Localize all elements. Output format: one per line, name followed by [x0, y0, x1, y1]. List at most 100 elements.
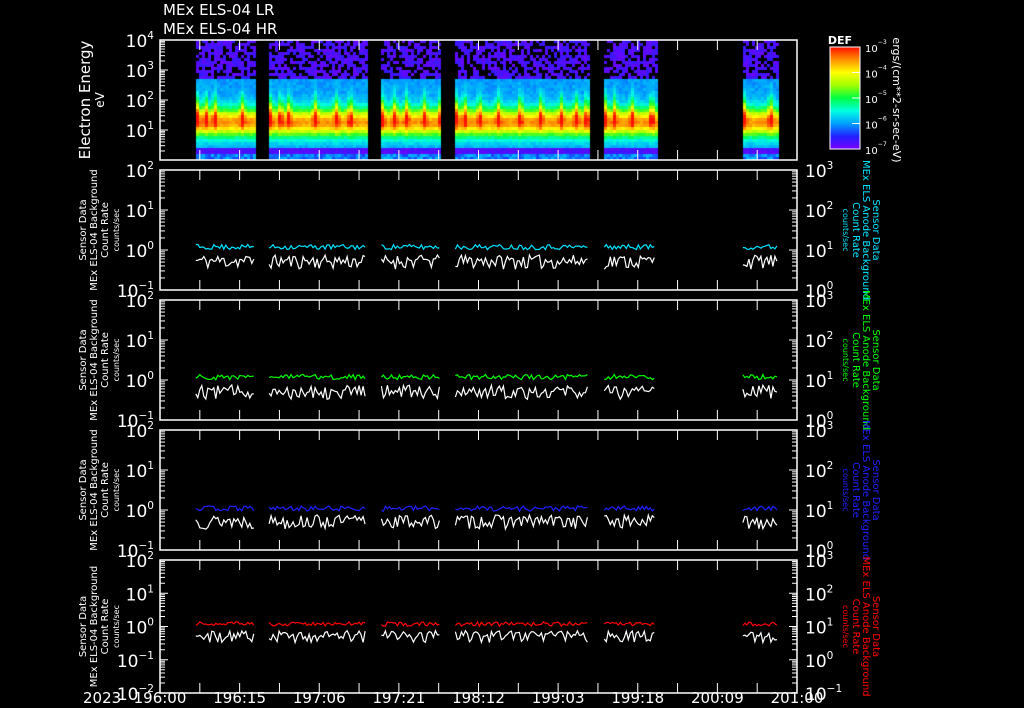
colorbar-units: ergs/(cm**2-sr-sec-eV) — [890, 37, 903, 162]
series-line-background — [268, 629, 366, 645]
series-line-anode — [268, 243, 366, 251]
left-tick-label: 102 — [126, 290, 154, 312]
right-axis-label: Sensor DataMEx ELS Anode BackgroundCount… — [841, 556, 881, 696]
energy-tick-label: 104 — [126, 30, 155, 52]
left-tick-label: 101 — [126, 330, 154, 352]
right-label-line: Count Rate — [850, 599, 861, 655]
x-tick-label: 197:06 — [293, 689, 346, 707]
x-tick-label: 200:09 — [691, 689, 744, 707]
panel-frame-2 — [159, 299, 798, 421]
series-line-anode — [603, 243, 655, 251]
series-line-background — [454, 629, 588, 645]
plot-title-1: MEx ELS-04 HR — [163, 20, 277, 38]
series-line-background — [604, 512, 655, 529]
left-label-line: MEx ELS-04 Background — [89, 299, 100, 420]
series-line-anode — [455, 504, 588, 513]
colorbar-tick-label: 10−4 — [865, 65, 887, 81]
series-line-background — [380, 383, 440, 401]
series-line-anode — [454, 243, 588, 251]
left-axis-label: Sensor Data MEx ELS-04 Background Count Ra… — [78, 299, 121, 420]
right-tick-label: 103 — [805, 290, 833, 312]
series-line-anode — [195, 243, 254, 251]
series-line-anode — [603, 621, 655, 627]
year-label: 2023 — [83, 689, 121, 707]
left-axis-label: Sensor Data MEx ELS-04 Background Count Ra… — [78, 169, 121, 290]
right-label-line: counts/sec — [841, 605, 850, 648]
right-label-line: Count Rate — [850, 332, 861, 388]
left-axis-label: Sensor Data MEx ELS-04 Background Count Ra… — [78, 566, 121, 687]
energy-units: eV — [93, 91, 107, 107]
left-tick-label: 10−1 — [117, 650, 154, 672]
left-label-line: Count Rate — [100, 332, 111, 388]
right-tick-label: 101 — [805, 370, 833, 392]
right-tick-label: 102 — [805, 330, 833, 352]
series-line-background — [380, 253, 440, 270]
series-line-anode — [604, 373, 655, 381]
left-tick-label: 100 — [126, 617, 154, 639]
series-line-anode — [195, 505, 255, 512]
energy-tick-label: 101 — [126, 120, 154, 142]
energy-tick-label: 103 — [126, 60, 154, 82]
series-line-background — [742, 254, 778, 270]
series-line-anode — [195, 373, 254, 381]
series-line-background — [454, 383, 588, 401]
x-tick-label: 199:03 — [532, 689, 585, 707]
x-tick-label: 196:15 — [213, 689, 266, 707]
right-tick-label: 101 — [805, 240, 833, 262]
series-line-anode — [381, 504, 440, 512]
left-tick-label: 101 — [126, 583, 154, 605]
series-line-background — [742, 383, 778, 399]
left-label-line: Sensor Data — [78, 329, 89, 390]
left-label-line: counts/sec — [112, 605, 121, 648]
x-tick-label: 198:12 — [452, 689, 505, 707]
series-line-anode — [268, 620, 366, 627]
energy-axis-label: Electron Energy eV — [76, 40, 107, 159]
panel-frame-0 — [159, 39, 798, 161]
left-tick-label: 100 — [126, 500, 154, 522]
left-tick-label: 101 — [126, 200, 154, 222]
series-line-background — [195, 255, 255, 270]
panel-frame-4 — [159, 559, 798, 694]
series-line-background — [195, 629, 255, 644]
x-tick-label: 199:18 — [611, 689, 664, 707]
series-line-background — [603, 254, 655, 270]
series-line-background — [380, 514, 440, 530]
plot-title-0: MEx ELS-04 LR — [163, 1, 274, 19]
right-label-line: Count Rate — [850, 462, 861, 518]
series-line-anode — [268, 505, 366, 512]
series-line-anode — [603, 504, 655, 512]
left-label-line: MEx ELS-04 Background — [89, 429, 100, 550]
right-tick-label: 103 — [805, 550, 833, 572]
series-line-background — [195, 515, 254, 530]
x-tick-label: 197:21 — [372, 689, 425, 707]
left-tick-label: 102 — [126, 160, 154, 182]
right-tick-label: 103 — [805, 160, 833, 182]
left-tick-label: 100 — [126, 240, 154, 262]
left-label-line: Sensor Data — [78, 199, 89, 260]
series-line-anode — [742, 243, 778, 251]
series-line-background — [455, 253, 588, 270]
series-line-anode — [455, 373, 588, 381]
left-axis-label: Sensor Data MEx ELS-04 Background Count Ra… — [78, 429, 121, 550]
series-line-anode — [380, 373, 440, 381]
series-line-anode — [742, 373, 778, 381]
series-line-background — [454, 513, 588, 531]
right-axis-label: Sensor DataMEx ELS Anode BackgroundCount… — [841, 290, 881, 430]
colorbar-tick-label: 10−6 — [865, 116, 887, 132]
series-line-anode — [195, 621, 255, 627]
left-tick-label: 102 — [126, 550, 154, 572]
series-line-anode — [268, 373, 366, 381]
series-line-background — [603, 629, 655, 644]
left-tick-label: 101 — [126, 460, 154, 482]
left-tick-label: 102 — [126, 420, 154, 442]
right-tick-label: 103 — [805, 420, 833, 442]
series-line-anode — [742, 505, 778, 512]
plot-figure: MEx ELS-04 LRMEx ELS-04 HR 104 103 102 101 10… — [76, 1, 903, 707]
colorbar-units-label: ergs/(cm**2-sr-sec-eV) — [890, 37, 903, 162]
series-line-anode — [381, 621, 440, 627]
colorbar-tick-label: 10−3 — [865, 39, 887, 55]
left-tick-label: 100 — [126, 370, 154, 392]
energy-label: Electron Energy — [76, 40, 94, 159]
colorbar-tick-label: 10−5 — [865, 90, 887, 106]
right-label-line: counts/sec — [841, 209, 850, 252]
